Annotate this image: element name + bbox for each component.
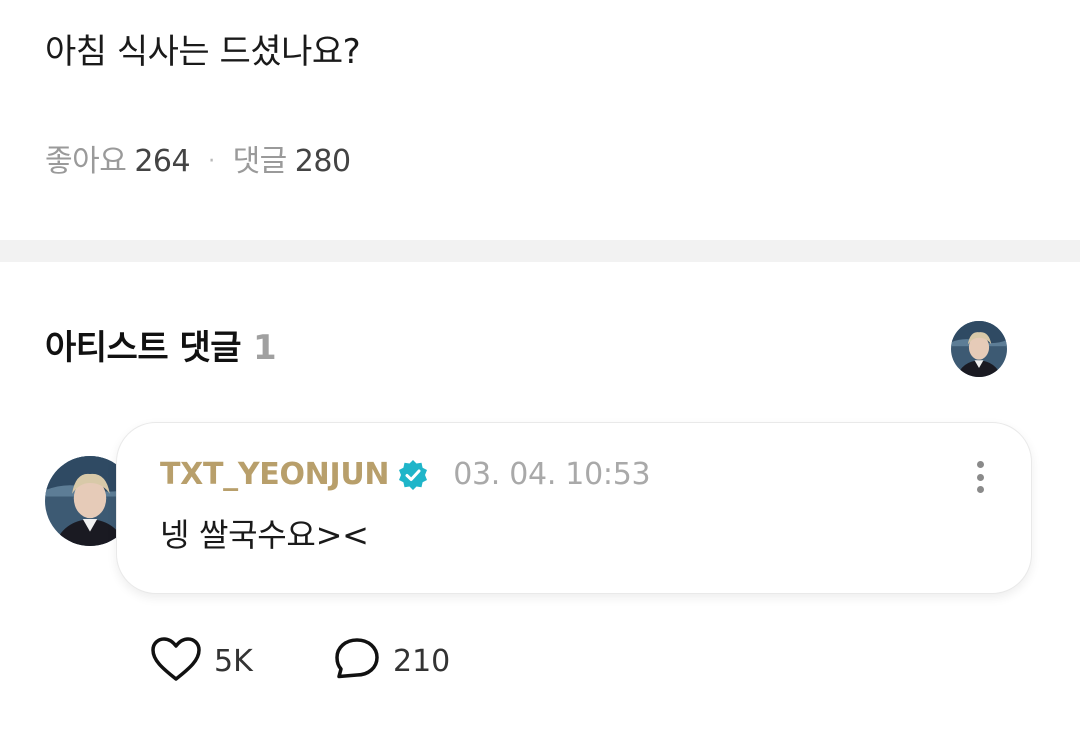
post-stats: 좋아요 264 · 댓글 280 bbox=[45, 142, 351, 182]
post-page: 아침 식사는 드셨나요? 좋아요 264 · 댓글 280 아티스트 댓글 1 bbox=[0, 0, 1080, 741]
more-vertical-icon[interactable] bbox=[965, 457, 995, 497]
comment-actions: 5K 210 bbox=[150, 636, 450, 686]
comment-author-name[interactable]: TXT_YEONJUN bbox=[160, 457, 390, 492]
comment-header: TXT_YEONJUN 03. 04. 10:53 bbox=[160, 457, 651, 492]
heart-icon bbox=[150, 636, 202, 686]
like-button[interactable]: 5K bbox=[150, 636, 333, 686]
section-divider bbox=[0, 240, 1080, 262]
like-count: 5K bbox=[214, 643, 253, 679]
comments-label[interactable]: 댓글 bbox=[233, 142, 288, 182]
likes-count: 264 bbox=[134, 144, 191, 179]
comment-body-text: 넹 쌀국수요>< bbox=[160, 516, 369, 554]
artist-comments-title: 아티스트 댓글 bbox=[45, 328, 242, 368]
likes-label: 좋아요 bbox=[45, 144, 127, 179]
reply-count: 210 bbox=[393, 643, 451, 679]
artist-comments-count: 1 bbox=[253, 328, 277, 368]
stats-separator: · bbox=[208, 149, 215, 174]
artist-comments-header: 아티스트 댓글 1 bbox=[45, 324, 277, 372]
verified-badge-icon bbox=[397, 459, 429, 491]
comments-count[interactable]: 280 bbox=[295, 142, 351, 182]
post-body-text: 아침 식사는 드셨나요? bbox=[45, 32, 361, 72]
comment-timestamp: 03. 04. 10:53 bbox=[453, 457, 651, 492]
comment-bubble-icon bbox=[333, 636, 381, 686]
artist-avatar-small[interactable] bbox=[951, 321, 1007, 377]
artist-comment-card[interactable]: TXT_YEONJUN 03. 04. 10:53 넹 쌀국수요>< bbox=[116, 422, 1032, 594]
reply-button[interactable]: 210 bbox=[333, 636, 450, 686]
